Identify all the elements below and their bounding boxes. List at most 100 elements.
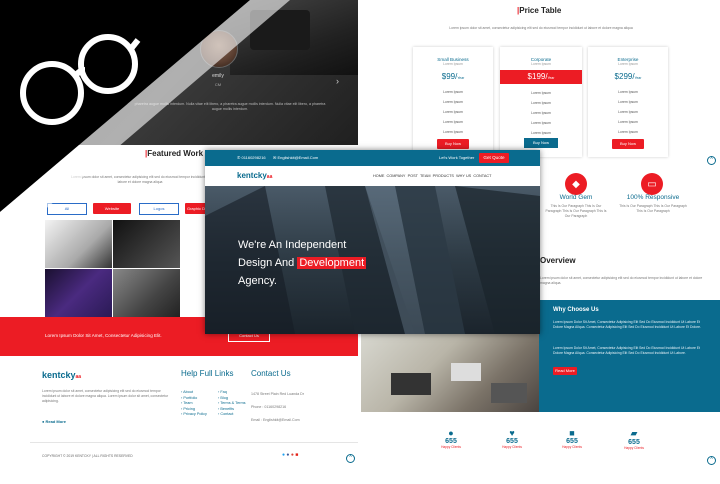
- stat-item: ♥ 655 Happy Clients: [497, 428, 527, 449]
- comments-icon: ▰: [630, 428, 638, 438]
- top-bar-phone: ✆ 01160298216: [237, 155, 266, 160]
- plan-price: $299/Year: [614, 72, 642, 81]
- hero-card: ✆ 01160298216 ✉ Englishkit@Email.Com Let…: [205, 150, 540, 334]
- get-quote-button[interactable]: Get Quote: [479, 153, 509, 163]
- banner-text: Lorem Ipsum Dolor Sit Amet, Consectetur …: [45, 333, 162, 338]
- nav-item-contact[interactable]: CONTACT: [473, 174, 491, 178]
- overview-text: Lorem ipsum dolor sit amet, consectetur …: [540, 276, 703, 285]
- price-card: Small Business Lorem Ipsum $99/Year Lore…: [413, 47, 493, 157]
- chevron-right-icon[interactable]: ›: [336, 76, 339, 86]
- plan-sub: Lorem Ipsum: [618, 62, 638, 66]
- scroll-top-icon[interactable]: ^: [346, 454, 355, 463]
- youtube-icon[interactable]: ■: [295, 452, 298, 458]
- price-title: |Price Table: [517, 6, 562, 15]
- plan-sub: Lorem Ipsum: [531, 62, 551, 66]
- monitor-icon: ▭: [641, 173, 663, 195]
- overview-section: Overview Lorem ipsum dolor sit amet, con…: [538, 246, 720, 300]
- footer-divider: [30, 442, 358, 443]
- portfolio-item[interactable]: [113, 269, 180, 317]
- contact-phone: Phone : 01160298216: [251, 405, 287, 409]
- stat-item: ▰ 655 Happy Clients: [619, 428, 649, 450]
- left-footer: kentckyaa Lorem ipsum dolor sit amet, co…: [0, 356, 358, 464]
- nav-item-company[interactable]: COMPANY: [387, 174, 406, 178]
- stats-section: ● 655 Happy Clients ♥ 655 Happy Clients …: [361, 412, 720, 465]
- testimonial-name: emily: [212, 73, 224, 79]
- portfolio-item[interactable]: [45, 220, 112, 268]
- nav-item-products[interactable]: PRODUCTS: [433, 174, 454, 178]
- contact-address: 1478 Street Plain Red Luanda Dr: [251, 392, 304, 396]
- featured-title: |Featured Work: [145, 149, 204, 158]
- buy-now-button[interactable]: Buy Now: [524, 138, 558, 148]
- heart-icon: ♥: [509, 428, 515, 438]
- briefcase-icon: ■: [569, 428, 575, 438]
- footer-about: Lorem ipsum dolor sit amet, consectetur …: [42, 389, 169, 403]
- price-intro: Lorem ipsum dolor sit amet, consectetur …: [449, 26, 633, 30]
- contact-email: Email : Englishkit@Email.Com: [251, 418, 300, 422]
- gem-icon: ◆: [565, 173, 587, 195]
- hero-headline: We're An Independent Design And Developm…: [238, 239, 367, 287]
- top-bar-cta-text: Let's Work Together: [439, 155, 475, 160]
- navbar: kentckyaa HOME COMPANY POST TEAM PRODUCT…: [205, 166, 540, 186]
- buy-now-button[interactable]: Buy Now: [612, 139, 644, 149]
- plan-features: Lorem Ipsum Lorem Ipsum Lorem Ipsum Lorem I…: [531, 91, 551, 135]
- testimonial-section: emily CM › pharetra augue mollis interdu…: [0, 0, 358, 150]
- facebook-icon[interactable]: ●: [286, 452, 289, 458]
- top-bar-email: ✉ Englishkit@Email.Com: [273, 155, 319, 160]
- portfolio-item[interactable]: [45, 269, 112, 317]
- plan-features: Lorem Ipsum Lorem Ipsum Lorem Ipsum Lorem I…: [443, 90, 463, 134]
- feature-text: This Is Our Paragraph This Is Our Paragr…: [619, 204, 687, 213]
- overview-title: Overview: [540, 256, 576, 265]
- testimonial-text: pharetra augue mollis interdum. Nulla vi…: [134, 102, 326, 111]
- nav-menu: HOME COMPANY POST TEAM PRODUCTS WHY US C…: [373, 174, 491, 178]
- laptop-shape: [391, 373, 431, 395]
- why-title: Why Choose Us: [553, 307, 599, 313]
- nav-item-post[interactable]: POST: [408, 174, 418, 178]
- features-section: ◆ World Gem This Is Our Paragraph This I…: [538, 166, 720, 246]
- featured-intro: Lorem ipsum dolor sit amet, consectetur …: [71, 175, 209, 184]
- price-section: |Price Table Lorem ipsum dolor sit amet,…: [361, 0, 720, 166]
- plan-sub: Lorem Ipsum: [443, 62, 463, 66]
- plan-price: $199/Year: [500, 70, 582, 84]
- read-more-button[interactable]: Read More: [553, 367, 577, 375]
- plan-features: Lorem Ipsum Lorem Ipsum Lorem Ipsum Lorem I…: [618, 90, 638, 134]
- plan-price: $99/Year: [441, 72, 465, 81]
- feature-title: World Gem: [559, 194, 593, 201]
- footer-link[interactable]: › Privacy Policy: [181, 412, 207, 418]
- twitter-icon[interactable]: ●: [282, 452, 285, 458]
- testimonial-role: CM: [214, 82, 222, 87]
- scroll-top-icon[interactable]: ^: [707, 156, 716, 165]
- google-icon[interactable]: ●: [291, 452, 294, 458]
- office-photo: [361, 333, 539, 412]
- portfolio-item[interactable]: [113, 220, 180, 268]
- social-icons: ● ● ● ■: [282, 452, 298, 458]
- contact-title: Contact Us: [251, 369, 291, 378]
- price-card-featured: Corporate Lorem Ipsum $199/Year Lorem Ip…: [500, 47, 582, 157]
- filter-website[interactable]: Website: [93, 203, 131, 214]
- filter-all[interactable]: All: [47, 203, 87, 215]
- scroll-top-icon[interactable]: ^: [707, 456, 716, 465]
- laptop-shape: [451, 363, 481, 381]
- links-title: Help Full Links: [181, 369, 234, 378]
- feature-text: This Is Our Paragraph This Is Our Paragr…: [545, 204, 607, 218]
- links-col-1: › About › Portfolio › Team › Pricing › P…: [181, 390, 207, 418]
- nav-item-team[interactable]: TEAM: [420, 174, 431, 178]
- footer-link[interactable]: › Contact: [218, 412, 246, 418]
- copyright: COPYRIGHT © 2019 KENTCKY | ALL RIGHTS RE…: [42, 454, 133, 458]
- why-choose-section: Why Choose Us Lorem Ipsum Dolor Sit Amet…: [539, 300, 720, 412]
- nav-item-home[interactable]: HOME: [373, 174, 384, 178]
- laptop-shape: [491, 383, 527, 403]
- nav-item-why-us[interactable]: WHY US: [456, 174, 471, 178]
- stat-item: ■ 655 Happy Clients: [557, 428, 587, 449]
- why-paragraph: Lorem Ipsum Dolor Sit Amet, Consectetur …: [553, 346, 700, 355]
- filter-graphic[interactable]: Graphic D: [185, 203, 207, 214]
- top-bar: ✆ 01160298216 ✉ Englishkit@Email.Com Let…: [205, 150, 540, 166]
- filter-logos[interactable]: Logos: [139, 203, 179, 215]
- links-col-2: › Faq › Blog › Terms & Terms › Benefits …: [218, 390, 246, 418]
- footer-read-more[interactable]: ● Read More: [42, 419, 66, 424]
- headline-highlight: Development: [297, 257, 367, 269]
- nav-logo[interactable]: kentckyaa: [237, 171, 272, 180]
- why-paragraph: Lorem Ipsum Dolor Sit Amet, Consectetur …: [553, 320, 701, 329]
- price-card: Enterprise Lorem Ipsum $299/Year Lorem I…: [588, 47, 668, 157]
- avatar: [200, 30, 238, 68]
- buy-now-button[interactable]: Buy Now: [437, 139, 469, 149]
